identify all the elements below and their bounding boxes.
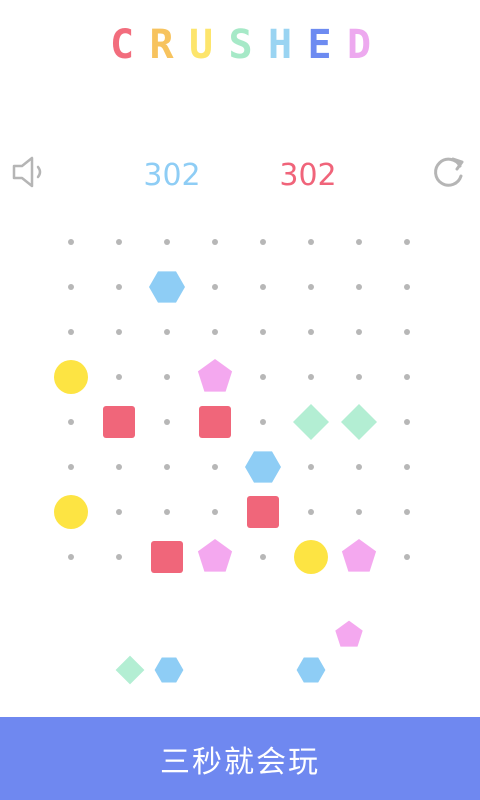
grid-dot[interactable] <box>116 329 122 335</box>
grid-dot[interactable] <box>260 284 266 290</box>
grid-dot[interactable] <box>308 464 314 470</box>
circle-piece[interactable] <box>54 360 88 394</box>
diamond-piece[interactable] <box>341 404 377 440</box>
grid-dot[interactable] <box>164 374 170 380</box>
square-piece[interactable] <box>247 496 279 528</box>
grid-dot[interactable] <box>68 419 74 425</box>
square-piece[interactable] <box>151 541 183 573</box>
grid-dot[interactable] <box>356 374 362 380</box>
grid-dot[interactable] <box>68 464 74 470</box>
grid-dot[interactable] <box>356 329 362 335</box>
hexagon-piece[interactable] <box>149 271 185 303</box>
circle-piece[interactable] <box>294 540 328 574</box>
grid-dot[interactable] <box>260 419 266 425</box>
grid-dot[interactable] <box>116 509 122 515</box>
grid-dot[interactable] <box>212 239 218 245</box>
game-board[interactable] <box>0 0 480 720</box>
grid-dot[interactable] <box>356 464 362 470</box>
pentagon-piece[interactable] <box>341 539 377 572</box>
grid-dot[interactable] <box>116 464 122 470</box>
grid-dot[interactable] <box>404 419 410 425</box>
grid-dot[interactable] <box>212 464 218 470</box>
grid-dot[interactable] <box>116 554 122 560</box>
grid-dot[interactable] <box>68 329 74 335</box>
grid-dot[interactable] <box>164 239 170 245</box>
grid-dot[interactable] <box>260 554 266 560</box>
hexagon-piece[interactable] <box>245 451 281 483</box>
grid-dot[interactable] <box>308 284 314 290</box>
queue-hexagon-piece[interactable] <box>296 657 326 683</box>
diamond-piece[interactable] <box>293 404 329 440</box>
queue-diamond-piece[interactable] <box>115 655 145 685</box>
grid-dot[interactable] <box>404 374 410 380</box>
grid-dot[interactable] <box>308 329 314 335</box>
grid-dot[interactable] <box>164 329 170 335</box>
grid-dot[interactable] <box>212 284 218 290</box>
grid-dot[interactable] <box>308 239 314 245</box>
grid-dot[interactable] <box>116 374 122 380</box>
grid-dot[interactable] <box>260 239 266 245</box>
pentagon-piece[interactable] <box>197 539 233 572</box>
queue-pentagon-piece[interactable] <box>335 620 363 647</box>
grid-dot[interactable] <box>116 239 122 245</box>
grid-dot[interactable] <box>404 554 410 560</box>
square-piece[interactable] <box>199 406 231 438</box>
square-piece[interactable] <box>103 406 135 438</box>
queue-hexagon-piece[interactable] <box>154 657 184 683</box>
grid-dot[interactable] <box>308 509 314 515</box>
grid-dot[interactable] <box>404 284 410 290</box>
pentagon-piece[interactable] <box>197 359 233 392</box>
circle-piece[interactable] <box>54 495 88 529</box>
grid-dot[interactable] <box>404 329 410 335</box>
grid-dot[interactable] <box>308 374 314 380</box>
grid-dot[interactable] <box>260 329 266 335</box>
grid-dot[interactable] <box>356 284 362 290</box>
grid-dot[interactable] <box>212 329 218 335</box>
grid-dot[interactable] <box>68 284 74 290</box>
banner-label: 三秒就会玩 <box>160 744 320 780</box>
how-to-play-banner[interactable]: 三秒就会玩 <box>0 717 480 800</box>
grid-dot[interactable] <box>260 374 266 380</box>
grid-dot[interactable] <box>212 509 218 515</box>
grid-dot[interactable] <box>164 509 170 515</box>
grid-dot[interactable] <box>116 284 122 290</box>
grid-dot[interactable] <box>356 239 362 245</box>
grid-dot[interactable] <box>404 509 410 515</box>
grid-dot[interactable] <box>68 554 74 560</box>
grid-dot[interactable] <box>164 419 170 425</box>
grid-dot[interactable] <box>356 509 362 515</box>
grid-dot[interactable] <box>404 464 410 470</box>
grid-dot[interactable] <box>404 239 410 245</box>
grid-dot[interactable] <box>68 239 74 245</box>
grid-dot[interactable] <box>164 464 170 470</box>
